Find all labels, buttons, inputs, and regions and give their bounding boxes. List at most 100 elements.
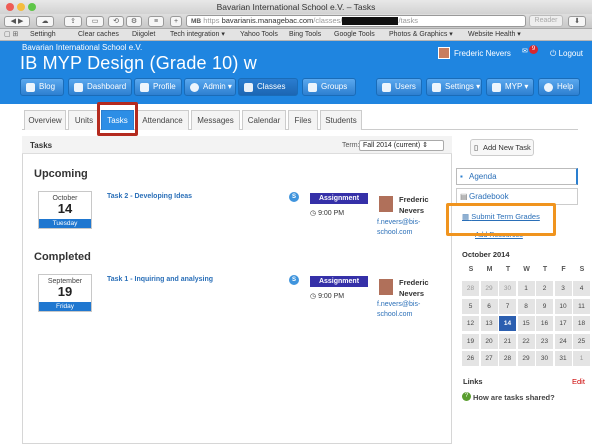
- calendar-day[interactable]: 9: [536, 298, 553, 314]
- date-card: September 19 Friday: [38, 274, 92, 312]
- teacher-email[interactable]: f.nevers@bis-: [377, 218, 420, 228]
- blog-icon: [26, 83, 35, 92]
- new-tab-icon[interactable]: +: [170, 16, 182, 27]
- bookmark-item[interactable]: Settingh: [30, 29, 56, 41]
- tab-calendar[interactable]: Calendar: [242, 110, 286, 130]
- calendar-day[interactable]: 21: [499, 333, 516, 349]
- task-link[interactable]: Task 2 - Developing Ideas: [107, 193, 192, 200]
- nav-admin-button[interactable]: Admin ▾: [184, 78, 236, 96]
- calendar-day[interactable]: 7: [499, 298, 516, 314]
- nav-label: Classes: [257, 82, 286, 91]
- reader-button[interactable]: Reader: [529, 15, 563, 27]
- calendar-day[interactable]: 25: [573, 333, 590, 349]
- cloud-icon[interactable]: ☁: [36, 16, 54, 27]
- nav-myp-button[interactable]: MYP ▾: [486, 78, 534, 96]
- calendar-day[interactable]: 14: [499, 316, 516, 331]
- bookmark-item[interactable]: Diigolet: [132, 29, 155, 41]
- bookmark-item[interactable]: Tech integration ▾: [170, 29, 225, 41]
- sidebar-item-agenda[interactable]: ▪ Agenda: [456, 168, 578, 185]
- calendar-day[interactable]: 1: [573, 351, 590, 366]
- nav-profile-button[interactable]: Profile: [134, 78, 182, 96]
- avatar[interactable]: [438, 47, 450, 59]
- nav-dashboard-button[interactable]: Dashboard: [68, 78, 132, 96]
- user-name[interactable]: Frederic Nevers: [454, 49, 511, 58]
- tab-files[interactable]: Files: [288, 110, 318, 130]
- nav-label: Admin ▾: [203, 82, 232, 91]
- calendar-day[interactable]: 1: [517, 281, 535, 296]
- calendar-day[interactable]: 13: [480, 316, 498, 331]
- settings-icon[interactable]: ⚙: [126, 16, 142, 27]
- close-window-icon[interactable]: [6, 3, 14, 11]
- tab-messages[interactable]: Messages: [191, 110, 240, 130]
- calendar-day[interactable]: 30: [499, 281, 516, 296]
- reading-list-icon[interactable]: ▢ ⊞: [4, 29, 18, 41]
- calendar-day[interactable]: 10: [554, 298, 572, 314]
- calendar-day[interactable]: 22: [517, 333, 535, 349]
- zoom-window-icon[interactable]: [28, 3, 36, 11]
- calendar-day[interactable]: 26: [462, 351, 479, 366]
- nav-classes-button[interactable]: Classes: [238, 78, 298, 96]
- share-icon[interactable]: ⇪: [64, 16, 82, 27]
- tab-students[interactable]: Students: [320, 110, 362, 130]
- nav-groups-button[interactable]: Groups: [302, 78, 356, 96]
- calendar-day[interactable]: 28: [499, 351, 516, 366]
- bookmark-item[interactable]: Bing Tools: [289, 29, 321, 41]
- calendar-day[interactable]: 31: [554, 351, 572, 366]
- minimize-window-icon[interactable]: [17, 3, 25, 11]
- teacher-email-domain[interactable]: school.com: [377, 310, 412, 320]
- calendar-day[interactable]: 30: [536, 351, 553, 366]
- teacher-email[interactable]: f.nevers@bis-: [377, 300, 420, 310]
- logout-link[interactable]: ⏻ Logout: [550, 49, 583, 59]
- task-link[interactable]: Task 1 - Inquiring and analysing: [107, 276, 213, 283]
- calendar-day[interactable]: 28: [462, 281, 479, 296]
- calendar-day[interactable]: 2: [536, 281, 553, 296]
- calendar-day[interactable]: 20: [480, 333, 498, 349]
- tab-units[interactable]: Units: [68, 110, 100, 130]
- calendar-day[interactable]: 24: [554, 333, 572, 349]
- bookmark-item[interactable]: Website Health ▾: [468, 29, 521, 41]
- sidebar-icon[interactable]: ▭: [86, 16, 104, 27]
- calendar-day[interactable]: 4: [573, 281, 590, 296]
- calendar-day[interactable]: 8: [517, 298, 535, 314]
- address-bar[interactable]: MB https bavarianis.managebac.com/classe…: [186, 15, 526, 27]
- history-icon[interactable]: ⟲: [108, 16, 124, 27]
- bookmark-item[interactable]: Yahoo Tools: [240, 29, 278, 41]
- nav-users-button[interactable]: Users: [376, 78, 422, 96]
- upcoming-heading: Upcoming: [34, 168, 88, 180]
- nav-blog-button[interactable]: Blog: [20, 78, 64, 96]
- help-link[interactable]: How are tasks shared?: [473, 393, 555, 402]
- calendar-day[interactable]: 17: [554, 316, 572, 331]
- tab-overview[interactable]: Overview: [24, 110, 66, 130]
- teacher-email-domain[interactable]: school.com: [377, 228, 412, 238]
- stack-icon[interactable]: ≡: [148, 16, 164, 27]
- calendar-day[interactable]: 29: [517, 351, 535, 366]
- back-forward-icon[interactable]: ◀ ▶: [4, 16, 30, 27]
- browser-toolbar: ◀ ▶ ☁ ⇪ ▭ ⟲ ⚙ ≡ + MB https bavarianis.ma…: [0, 14, 592, 29]
- calendar-day[interactable]: 3: [554, 281, 572, 296]
- term-select[interactable]: Fall 2014 (current) ⇕: [359, 140, 444, 151]
- calendar-day[interactable]: 27: [480, 351, 498, 366]
- calendar-day[interactable]: 15: [517, 316, 535, 331]
- url-scheme: https: [203, 16, 220, 25]
- add-task-button[interactable]: ▯ Add New Task: [470, 139, 534, 156]
- calendar-day[interactable]: 29: [480, 281, 498, 296]
- bookmark-item[interactable]: Photos & Graphics ▾: [389, 29, 453, 41]
- download-icon[interactable]: ⬇: [568, 16, 586, 27]
- calendar-day[interactable]: 23: [536, 333, 553, 349]
- calendar-day[interactable]: 12: [462, 316, 479, 331]
- calendar-day[interactable]: 18: [573, 316, 590, 331]
- calendar-day[interactable]: 6: [480, 298, 498, 314]
- calendar-day[interactable]: 5: [462, 298, 479, 314]
- bookmark-item[interactable]: Google Tools: [334, 29, 375, 41]
- date-card: October 14 Tuesday: [38, 191, 92, 229]
- calendar-day[interactable]: 16: [536, 316, 553, 331]
- nav-help-button[interactable]: Help: [538, 78, 580, 96]
- calendar-day[interactable]: 19: [462, 333, 479, 349]
- nav-label: Help: [557, 82, 574, 91]
- calendar-day-header: W: [523, 266, 530, 273]
- nav-settings-button[interactable]: Settings ▾: [426, 78, 482, 96]
- bookmark-item[interactable]: Clear caches: [78, 29, 119, 41]
- calendar-day[interactable]: 11: [573, 298, 590, 314]
- edit-links-link[interactable]: Edit: [572, 377, 585, 386]
- tab-attendance[interactable]: Attendance: [136, 110, 189, 130]
